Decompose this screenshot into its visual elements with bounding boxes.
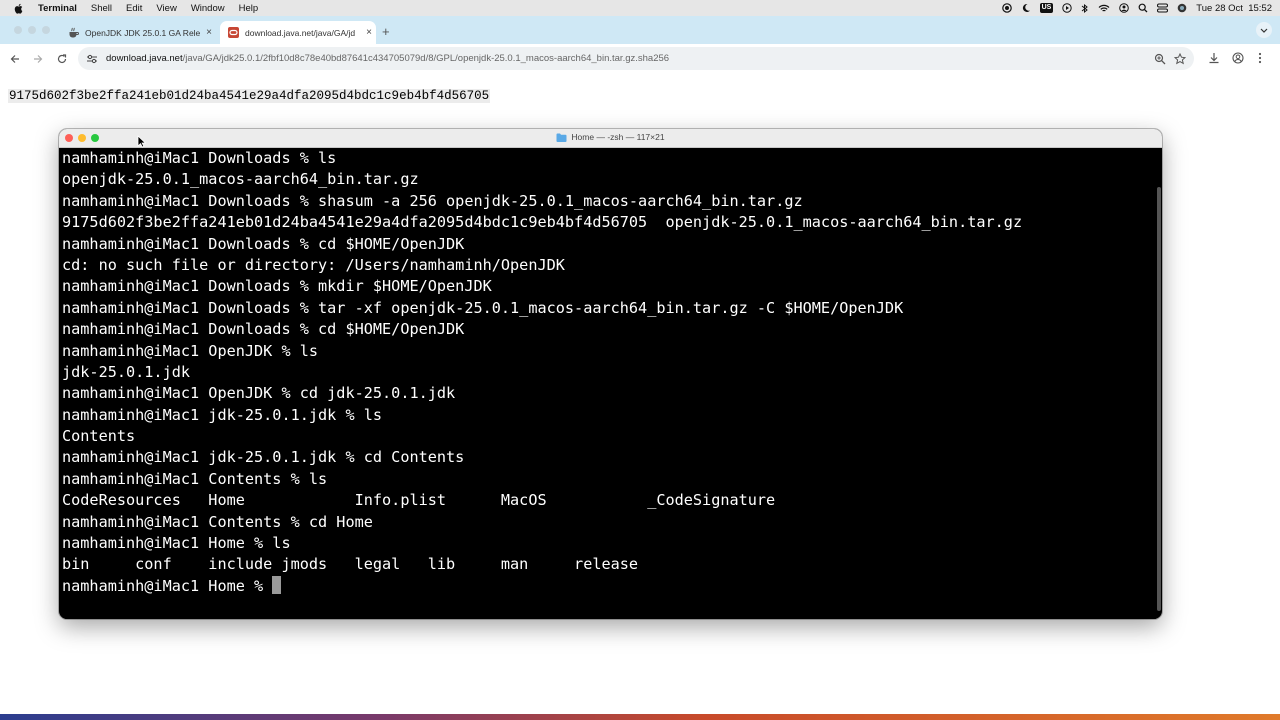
terminal-line: 9175d602f3be2ffa241eb01d24ba4541e29a4dfa… [62,213,1023,232]
status-area: US Tue 28 Oct 15:52 [1001,0,1272,16]
terminal-title: Home — -zsh — 117×21 [59,132,1162,142]
terminal-line: namhaminh@iMac1 Downloads % mkdir $HOME/… [62,277,492,296]
terminal-line: openjdk-25.0.1_macos-aarch64_bin.tar.gz [62,170,419,189]
terminal-line: namhaminh@iMac1 Home % ls [62,534,291,553]
tab-title: OpenJDK JDK 25.0.1 GA Rele [85,27,201,38]
menu-window[interactable]: Window [191,3,225,14]
menu-view[interactable]: View [156,3,176,14]
back-icon[interactable] [8,52,22,66]
terminal-title-text: Home — -zsh — 117×21 [571,132,665,142]
more-icon[interactable] [1258,52,1262,64]
terminal-line: bin conf include jmods legal lib man rel… [62,555,639,574]
terminal-prompt: namhaminh@iMac1 Home % [62,576,273,595]
search-icon[interactable] [1138,3,1148,13]
terminal-line: namhaminh@iMac1 jdk-25.0.1.jdk % ls [62,405,383,424]
menu-help[interactable]: Help [239,3,259,14]
terminal-line: namhaminh@iMac1 Downloads % cd $HOME/Ope… [62,320,465,339]
window-close-button[interactable] [14,26,22,34]
folder-icon [556,133,567,142]
window-minimize-button[interactable] [28,26,36,34]
window-zoom-button[interactable] [42,26,50,34]
control-center-icon[interactable] [1157,3,1169,13]
terminal-line: namhaminh@iMac1 OpenJDK % ls [62,341,319,360]
terminal-title-bar[interactable]: Home — -zsh — 117×21 [59,129,1162,148]
menu-edit[interactable]: Edit [126,3,142,14]
terminal-scrollbar[interactable] [1157,187,1161,611]
terminal-prompt-line[interactable]: namhaminh@iMac1 Home % [62,575,1156,597]
forward-icon[interactable] [31,52,45,66]
menu-shell[interactable]: Shell [91,3,112,14]
input-source-badge[interactable]: US [1039,3,1054,13]
url-host: download.java.net [106,53,183,64]
site-settings-icon[interactable] [86,54,100,64]
terminal-line: CodeResources Home Info.plist MacOS _Cod… [62,491,776,510]
terminal-line: Contents [62,427,136,446]
tab-openjdk[interactable]: OpenJDK JDK 25.0.1 GA Rele × [60,21,216,44]
zoom-icon[interactable] [1154,52,1166,70]
terminal-line: jdk-25.0.1.jdk [62,362,191,381]
apple-icon[interactable] [12,3,26,14]
terminal-line: namhaminh@iMac1 Contents % ls [62,469,328,488]
terminal-cursor [272,575,282,594]
url-text[interactable]: download.java.net/java/GA/jdk25.0.1/2fbf… [106,53,669,64]
tab-close-icon[interactable]: × [362,27,376,38]
oracle-favicon-icon [228,27,239,38]
siri-icon[interactable] [1177,3,1187,13]
terminal-line: namhaminh@iMac1 Contents % cd Home [62,512,373,531]
tab-download-java[interactable]: download.java.net/java/GA/jd × [220,21,376,44]
menu-clock[interactable]: Tue 28 Oct 15:52 [1196,3,1272,14]
menu-bar: Terminal Shell Edit View Window Help US … [0,0,1280,16]
url-path: /java/GA/jdk25.0.1/2fbf10d8c78e40bd87641… [182,53,670,64]
menu-app-terminal[interactable]: Terminal [38,3,77,14]
moon-icon[interactable] [1021,3,1031,13]
user-icon[interactable] [1119,3,1130,13]
address-bar[interactable]: download.java.net/java/GA/jdk25.0.1/2fbf… [78,47,1194,70]
bluetooth-icon[interactable] [1081,3,1089,14]
terminal-line: namhaminh@iMac1 Downloads % tar -xf open… [62,298,904,317]
download-icon[interactable] [1208,52,1220,64]
reload-icon[interactable] [55,52,69,66]
record-icon[interactable] [1001,3,1012,13]
play-icon[interactable] [1062,3,1072,13]
mouse-pointer-icon [137,135,146,148]
terminal-line: namhaminh@iMac1 Downloads % ls [62,149,337,167]
desktop-wallpaper-strip [0,714,1280,720]
terminal-line: namhaminh@iMac1 jdk-25.0.1.jdk % cd Cont… [62,448,465,467]
tab-search-chevron-icon[interactable] [1256,22,1272,38]
tab-title: download.java.net/java/GA/jd [245,27,356,38]
tab-strip: OpenJDK JDK 25.0.1 GA Rele × download.ja… [0,16,1280,44]
sha256-hash-text: 9175d602f3be2ffa241eb01d24ba4541e29a4dfa… [8,89,491,103]
wifi-icon[interactable] [1098,4,1110,13]
terminal-line: cd: no such file or directory: /Users/na… [62,255,565,274]
terminal-output[interactable]: namhaminh@iMac1 Downloads % ls openjdk-2… [62,148,1156,619]
terminal-window[interactable]: Home — -zsh — 117×21 namhaminh@iMac1 Dow… [59,129,1162,619]
terminal-line: namhaminh@iMac1 Downloads % shasum -a 25… [62,191,803,210]
new-tab-button[interactable]: + [382,24,390,39]
browser-toolbar: download.java.net/java/GA/jdk25.0.1/2fbf… [0,44,1280,75]
bookmark-star-icon[interactable] [1173,52,1187,70]
tab-close-icon[interactable]: × [202,27,216,38]
java-favicon-icon [68,27,79,38]
terminal-line: namhaminh@iMac1 OpenJDK % cd jdk-25.0.1.… [62,384,456,403]
profile-icon[interactable] [1232,52,1244,64]
terminal-line: namhaminh@iMac1 Downloads % cd $HOME/Ope… [62,234,465,253]
